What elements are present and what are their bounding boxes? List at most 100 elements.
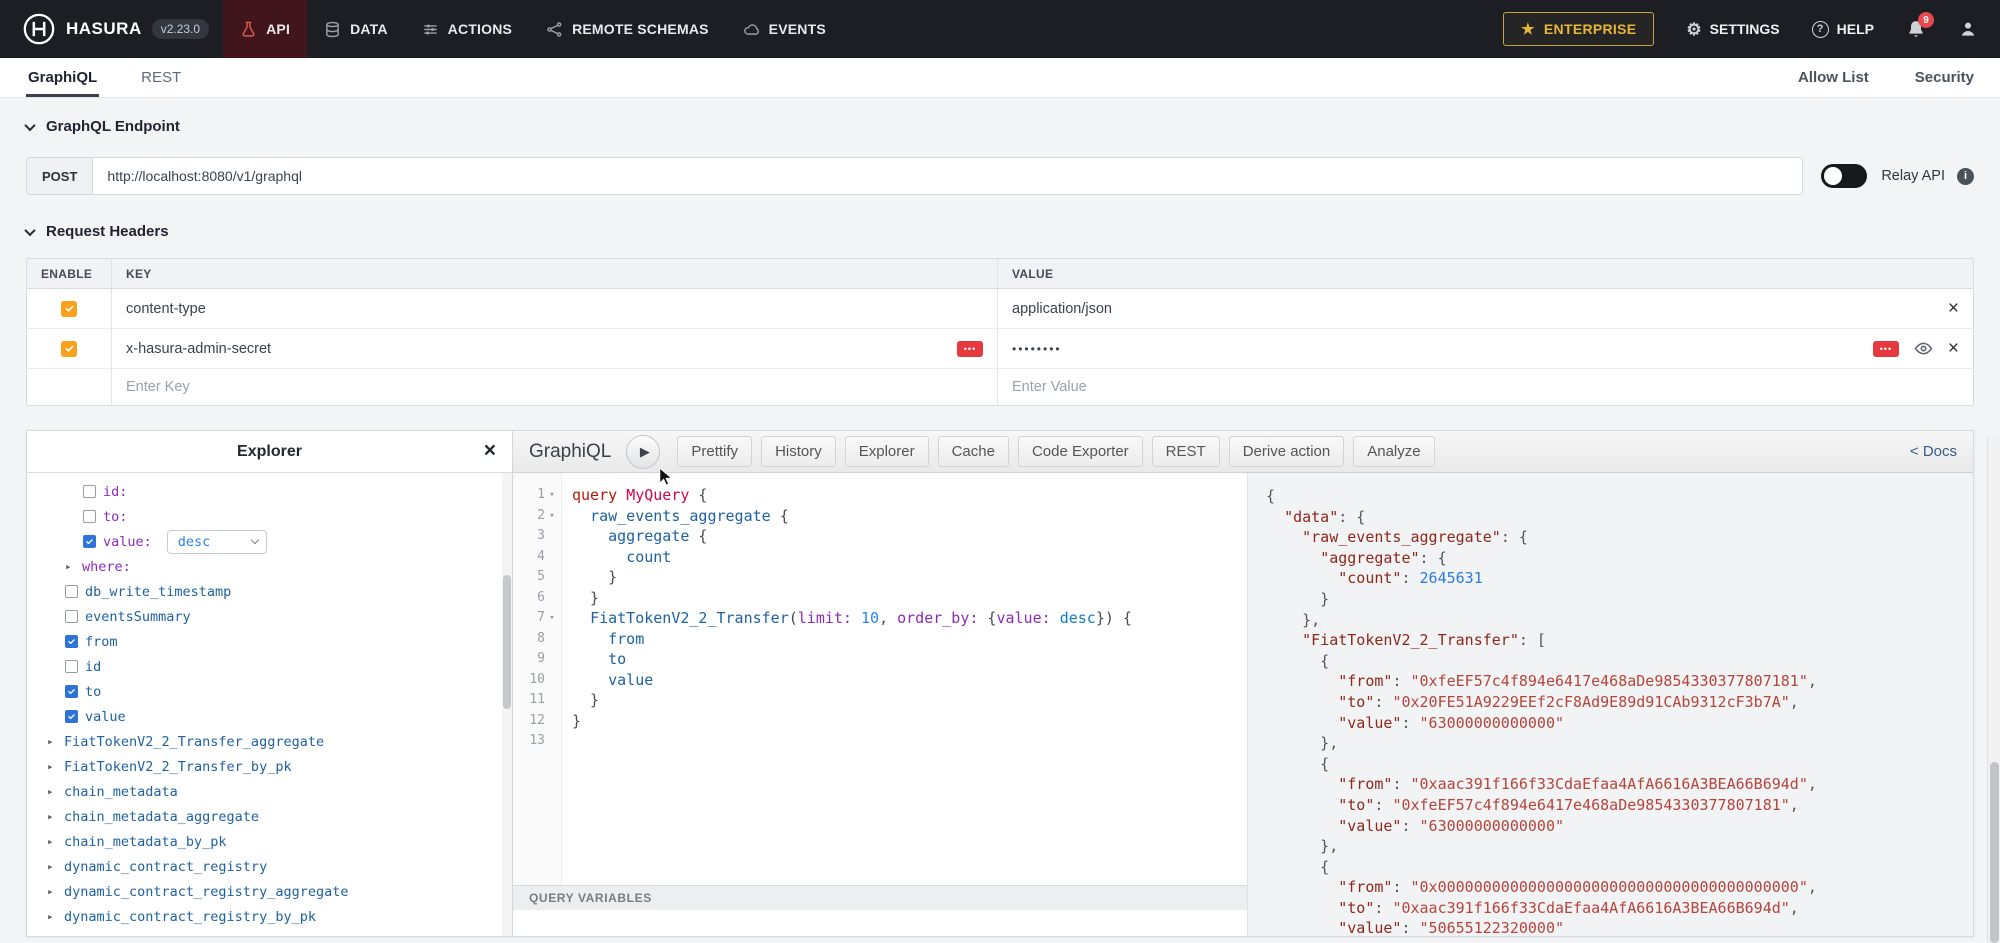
header-key-field[interactable]: x-hasura-admin-secret <box>126 341 271 357</box>
chevron-down-icon[interactable] <box>24 224 35 235</box>
explorer-scrollbar[interactable] <box>502 473 512 936</box>
explorer-checkbox[interactable] <box>83 510 96 523</box>
explorer-item-label[interactable]: value: <box>103 534 152 550</box>
query-editor[interactable]: 1▾query MyQuery {2▾ raw_events_aggregate… <box>513 473 1247 885</box>
explorer-item-label[interactable]: FiatTokenV2_2_Transfer_by_pk <box>64 759 292 775</box>
explorer-item-label[interactable]: eventsSummary <box>85 609 191 625</box>
explorer-item[interactable]: db_write_timestamp <box>39 579 498 604</box>
chevron-down-icon[interactable] <box>24 119 35 130</box>
explorer-item[interactable]: ▸ dynamic_contract_registry <box>39 854 498 879</box>
toolbar-button-prettify[interactable]: Prettify <box>677 436 752 467</box>
explorer-checkbox[interactable] <box>65 585 78 598</box>
execute-query-button[interactable]: ▶ <box>626 435 660 469</box>
collapsed-arrow-icon[interactable]: ▸ <box>47 810 57 823</box>
explorer-item-label[interactable]: dynamic_contract_registry_aggregate <box>64 884 348 900</box>
explorer-item-label[interactable]: from <box>85 634 118 650</box>
explorer-item[interactable]: id: <box>39 479 498 504</box>
explorer-checkbox[interactable] <box>83 485 96 498</box>
sort-direction-select[interactable]: desc <box>167 530 267 554</box>
query-variables-bar[interactable]: QUERY VARIABLES <box>513 885 1247 910</box>
enterprise-button[interactable]: ★ ENTERPRISE <box>1503 12 1654 46</box>
explorer-item-label[interactable]: chain_metadata <box>64 784 178 800</box>
toolbar-button-history[interactable]: History <box>761 436 836 467</box>
explorer-checkbox[interactable] <box>65 635 78 648</box>
explorer-item[interactable]: ▸ FiatTokenV2_2_Transfer_by_pk <box>39 754 498 779</box>
explorer-item[interactable]: ▸ chain_metadata <box>39 779 498 804</box>
collapsed-arrow-icon[interactable]: ▸ <box>47 835 57 848</box>
explorer-item[interactable]: ▸chain_metadata_by_pk <box>39 829 498 854</box>
relay-api-toggle[interactable] <box>1821 164 1867 188</box>
explorer-checkbox[interactable] <box>65 685 78 698</box>
graphql-endpoint-input[interactable] <box>92 157 1803 195</box>
header-value-field[interactable]: application/json <box>1012 301 1112 317</box>
toolbar-button-explorer[interactable]: Explorer <box>845 436 929 467</box>
explorer-item-label[interactable]: chain_metadata_aggregate <box>64 809 259 825</box>
collapsed-arrow-icon[interactable]: ▸ <box>47 860 57 873</box>
explorer-item[interactable]: eventsSummary <box>39 604 498 629</box>
collapsed-arrow-icon[interactable]: ▸ <box>47 785 57 798</box>
explorer-item-label[interactable]: db_write_timestamp <box>85 584 231 600</box>
nav-item-data[interactable]: DATA <box>307 0 405 58</box>
collapsed-arrow-icon[interactable]: ▸ <box>65 560 75 573</box>
link-allow-list[interactable]: Allow List <box>1798 58 1869 97</box>
nav-item-actions[interactable]: ACTIONS <box>405 0 529 58</box>
remove-header-button[interactable]: × <box>1948 299 1959 318</box>
explorer-checkbox[interactable] <box>65 710 78 723</box>
explorer-checkbox[interactable] <box>65 660 78 673</box>
tab-rest[interactable]: REST <box>139 58 183 97</box>
docs-toggle[interactable]: < Docs <box>1910 443 1957 460</box>
explorer-item[interactable]: from <box>39 629 498 654</box>
header-enable-checkbox[interactable] <box>61 301 77 317</box>
collapsed-arrow-icon[interactable]: ▸ <box>47 735 57 748</box>
settings-button[interactable]: ⚙ SETTINGS <box>1686 21 1779 38</box>
explorer-item[interactable]: ▸ dynamic_contract_registry_aggregate <box>39 879 498 904</box>
toolbar-button-code-exporter[interactable]: Code Exporter <box>1018 436 1143 467</box>
explorer-item-label[interactable]: value <box>85 709 126 725</box>
link-security[interactable]: Security <box>1915 58 1974 97</box>
explorer-item[interactable]: ▸ FiatTokenV2_2_Transfer_aggregate <box>39 729 498 754</box>
collapsed-arrow-icon[interactable]: ▸ <box>47 760 57 773</box>
explorer-item[interactable]: id <box>39 654 498 679</box>
explorer-item-label[interactable]: where: <box>82 559 131 575</box>
fold-arrow-icon[interactable]: ▾ <box>546 506 558 527</box>
explorer-item[interactable]: value: desc <box>39 529 498 554</box>
help-button[interactable]: ? HELP <box>1812 21 1874 38</box>
explorer-item-label[interactable]: to: <box>103 509 127 525</box>
explorer-item-label[interactable]: FiatTokenV2_2_Transfer_aggregate <box>64 734 324 750</box>
collapsed-arrow-icon[interactable]: ▸ <box>47 910 57 923</box>
scrollbar-thumb[interactable] <box>503 575 511 709</box>
hasura-logo[interactable]: HASURA v2.23.0 <box>22 12 209 46</box>
scrollbar-thumb[interactable] <box>1990 762 1999 943</box>
collapsed-arrow-icon[interactable]: ▸ <box>47 885 57 898</box>
explorer-item[interactable]: value <box>39 704 498 729</box>
tab-graphiql[interactable]: GraphiQL <box>26 58 99 97</box>
close-icon[interactable]: × <box>484 439 496 463</box>
explorer-item-label[interactable]: to <box>85 684 101 700</box>
nav-item-api[interactable]: API <box>223 0 307 58</box>
page-scrollbar[interactable] <box>1987 437 2000 943</box>
explorer-checkbox[interactable] <box>65 610 78 623</box>
new-header-value-input[interactable] <box>998 379 1973 395</box>
explorer-item[interactable]: to <box>39 679 498 704</box>
header-value-field[interactable]: •••••••• <box>1012 342 1062 356</box>
explorer-item[interactable]: ▸ dynamic_contract_registry_by_pk <box>39 904 498 929</box>
new-header-key-input[interactable] <box>112 379 997 395</box>
explorer-item[interactable]: to: <box>39 504 498 529</box>
toolbar-button-rest[interactable]: REST <box>1152 436 1220 467</box>
explorer-item-label[interactable]: dynamic_contract_registry_by_pk <box>64 909 316 925</box>
info-icon[interactable]: i <box>1957 168 1974 185</box>
user-menu-button[interactable] <box>1958 19 1978 39</box>
toolbar-button-cache[interactable]: Cache <box>938 436 1009 467</box>
remove-header-button[interactable]: × <box>1948 339 1959 358</box>
fold-arrow-icon[interactable]: ▾ <box>546 485 558 506</box>
reveal-secret-eye-icon[interactable] <box>1914 339 1933 358</box>
explorer-item-label[interactable]: id <box>85 659 101 675</box>
header-enable-checkbox[interactable] <box>61 341 77 357</box>
explorer-checkbox[interactable] <box>83 535 96 548</box>
nav-item-remote-schemas[interactable]: REMOTE SCHEMAS <box>529 0 726 58</box>
explorer-item[interactable]: ▸ where: <box>39 554 498 579</box>
explorer-item-label[interactable]: dynamic_contract_registry <box>64 859 267 875</box>
query-variables-editor[interactable] <box>513 910 1247 936</box>
header-key-field[interactable]: content-type <box>126 301 206 317</box>
toolbar-button-analyze[interactable]: Analyze <box>1353 436 1434 467</box>
